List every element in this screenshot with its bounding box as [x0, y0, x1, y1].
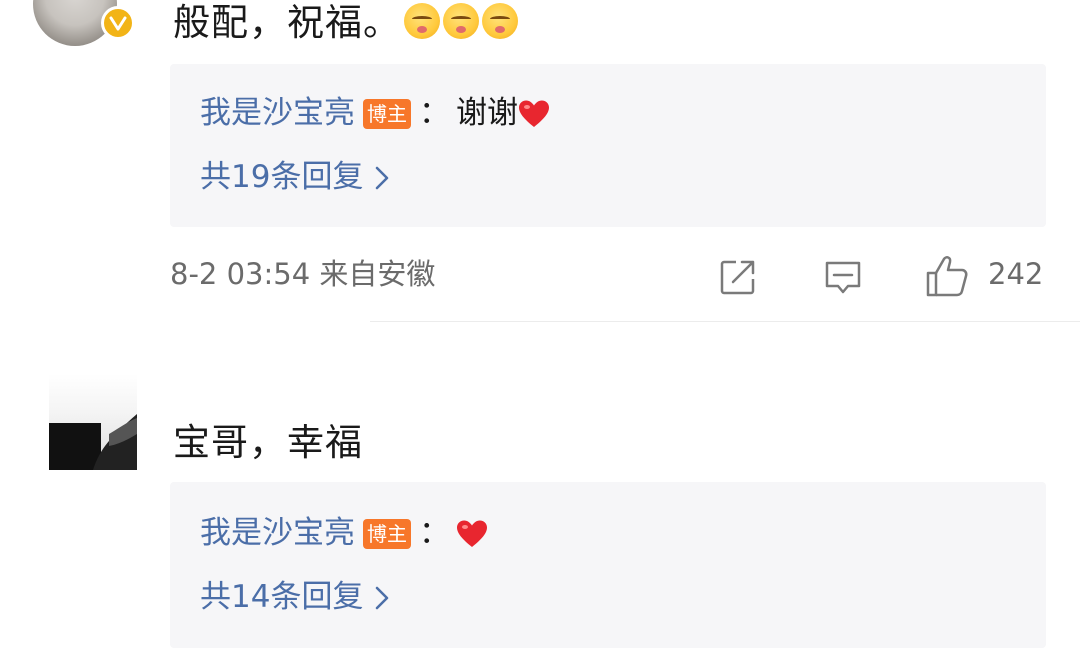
reply-author-link[interactable]: 我是沙宝亮 [200, 98, 355, 129]
reply-line: 我是沙宝亮 博主 ： [200, 518, 488, 549]
share-icon [720, 260, 755, 295]
reply-text: 谢谢 [456, 95, 518, 131]
chevron-right-icon [376, 586, 389, 609]
comment-button[interactable] [823, 257, 863, 301]
reply-count-label: 共14条回复 [200, 579, 364, 615]
comment-text: 般配，祝福。 [173, 3, 518, 41]
thumbs-up-icon [926, 256, 968, 297]
flushed-emoji-icon [443, 3, 479, 39]
chevron-right-icon [376, 166, 389, 189]
blogger-badge: 博主 [363, 98, 411, 129]
reply-preview-box[interactable]: 我是沙宝亮 博主 ： 谢谢 共19条回复 [170, 64, 1046, 227]
reply-separator: ： [419, 515, 450, 551]
verified-badge-icon [101, 6, 135, 40]
reply-preview-box[interactable]: 我是沙宝亮 博主 ： 共14条回复 [170, 482, 1046, 648]
heart-icon [519, 100, 549, 127]
reply-count-label: 共19条回复 [200, 159, 364, 195]
like-count: 242 [988, 257, 1044, 291]
blogger-badge: 博主 [363, 518, 411, 549]
comment-body: 宝哥，幸福 [173, 421, 363, 464]
like-button[interactable] [925, 255, 969, 301]
comment-meta: 8-2 03:54 来自安徽 [170, 257, 436, 291]
reply-author-link[interactable]: 我是沙宝亮 [200, 518, 355, 549]
comment-body: 般配，祝福。 [173, 1, 401, 44]
heart-icon [457, 520, 487, 547]
view-all-replies-link[interactable]: 共14条回复 [200, 582, 389, 613]
view-all-replies-link[interactable]: 共19条回复 [200, 162, 389, 193]
reply-line: 我是沙宝亮 博主 ： 谢谢 [200, 98, 550, 129]
user-avatar[interactable] [49, 374, 137, 470]
share-button[interactable] [718, 257, 758, 301]
flushed-emoji-icon [404, 3, 440, 39]
divider [370, 321, 1080, 322]
flushed-emoji-icon [482, 3, 518, 39]
comment-text: 宝哥，幸福 [173, 424, 363, 461]
comment-icon [825, 261, 861, 294]
reply-separator: ： [419, 95, 450, 131]
